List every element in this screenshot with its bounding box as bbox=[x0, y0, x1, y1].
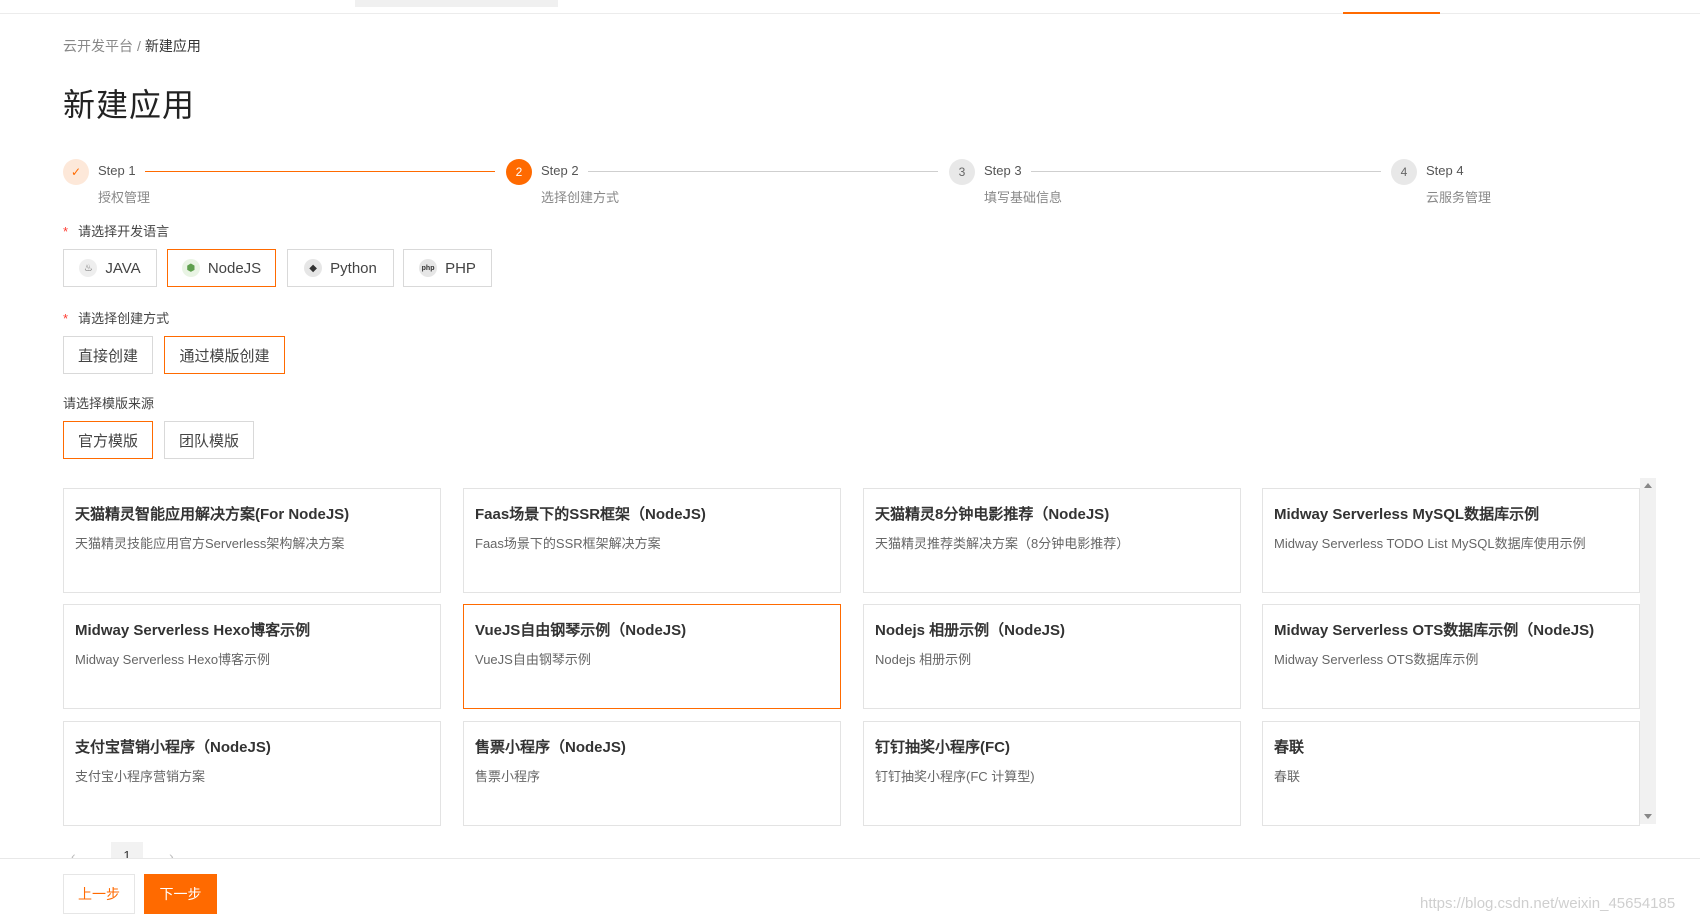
template-card-selected[interactable]: VueJS自由钢琴示例（NodeJS) VueJS自由钢琴示例 bbox=[463, 604, 841, 709]
step-1-title: Step 1 bbox=[98, 163, 136, 178]
template-card[interactable]: 钉钉抽奖小程序(FC) 钉钉抽奖小程序(FC 计算型) bbox=[863, 721, 1241, 826]
template-desc: Nodejs 相册示例 bbox=[875, 652, 972, 667]
template-desc: 钉钉抽奖小程序(FC 计算型) bbox=[875, 769, 1035, 784]
breadcrumb-separator: / bbox=[137, 38, 141, 54]
language-label: * 请选择开发语言 bbox=[63, 224, 170, 239]
template-card[interactable]: 天猫精灵8分钟电影推荐（NodeJS) 天猫精灵推荐类解决方案（8分钟电影推荐） bbox=[863, 488, 1241, 593]
top-navigation-bar bbox=[0, 0, 1700, 14]
template-desc: Midway Serverless Hexo博客示例 bbox=[75, 652, 271, 667]
template-title: Midway Serverless OTS数据库示例（NodeJS) bbox=[1274, 622, 1595, 639]
template-card[interactable]: 春联 春联 bbox=[1262, 721, 1640, 826]
template-desc: Midway Serverless OTS数据库示例 bbox=[1274, 652, 1479, 667]
step-connector-2 bbox=[588, 171, 938, 172]
template-title: Nodejs 相册示例（NodeJS) bbox=[875, 622, 1066, 639]
template-title: VueJS自由钢琴示例（NodeJS) bbox=[475, 622, 687, 639]
template-card[interactable]: 支付宝营销小程序（NodeJS) 支付宝小程序营销方案 bbox=[63, 721, 441, 826]
watermark: https://blog.csdn.net/weixin_45654185 bbox=[1420, 895, 1676, 912]
official-template-button[interactable]: 官方模版 bbox=[63, 421, 153, 459]
step-2-desc: 选择创建方式 bbox=[541, 190, 620, 205]
template-scrollbar[interactable] bbox=[1640, 478, 1656, 824]
breadcrumb: 云开发平台 / 新建应用 bbox=[63, 36, 201, 56]
step-3-number: 3 bbox=[949, 159, 975, 185]
step-indicator: ✓ Step 1 授权管理 2 Step 2 选择创建方式 3 Step 3 填… bbox=[63, 159, 1623, 209]
required-mark: * bbox=[63, 311, 69, 326]
template-desc: Midway Serverless TODO List MySQL数据库使用示例 bbox=[1274, 536, 1586, 551]
template-card[interactable]: Nodejs 相册示例（NodeJS) Nodejs 相册示例 bbox=[863, 604, 1241, 709]
breadcrumb-root-link[interactable]: 云开发平台 bbox=[63, 38, 133, 54]
template-source-label: 请选择模版来源 bbox=[63, 396, 155, 411]
step-2-number: 2 bbox=[506, 159, 532, 185]
top-nav-placeholder bbox=[355, 0, 558, 7]
create-direct-button[interactable]: 直接创建 bbox=[63, 336, 153, 374]
template-desc: Faas场景下的SSR框架解决方案 bbox=[475, 536, 661, 551]
template-card[interactable]: 天猫精灵智能应用解决方案(For NodeJS) 天猫精灵技能应用官方Serve… bbox=[63, 488, 441, 593]
step-4-title: Step 4 bbox=[1426, 163, 1464, 178]
template-desc: 天猫精灵技能应用官方Serverless架构解决方案 bbox=[75, 536, 345, 551]
step-connector-1 bbox=[145, 171, 495, 172]
page-title: 新建应用 bbox=[63, 87, 196, 123]
language-option-nodejs[interactable]: ⬢ NodeJS bbox=[167, 249, 276, 287]
create-method-label: * 请选择创建方式 bbox=[63, 311, 170, 326]
step-3-desc: 填写基础信息 bbox=[984, 190, 1063, 205]
template-card[interactable]: Midway Serverless MySQL数据库示例 Midway Serv… bbox=[1262, 488, 1640, 593]
nodejs-icon: ⬢ bbox=[181, 259, 200, 277]
php-icon: php bbox=[419, 259, 438, 277]
pager-page-1[interactable]: 1 bbox=[111, 842, 143, 858]
template-title: 天猫精灵8分钟电影推荐（NodeJS) bbox=[875, 506, 1110, 523]
required-mark: * bbox=[63, 224, 69, 239]
pager-prev-icon[interactable]: ‹ bbox=[71, 848, 76, 858]
create-from-template-button[interactable]: 通过模版创建 bbox=[164, 336, 285, 374]
step-connector-3 bbox=[1031, 171, 1381, 172]
template-card[interactable]: Faas场景下的SSR框架（NodeJS) Faas场景下的SSR框架解决方案 bbox=[463, 488, 841, 593]
pagination: ‹ 1 › bbox=[63, 842, 203, 858]
template-grid: 天猫精灵智能应用解决方案(For NodeJS) 天猫精灵技能应用官方Serve… bbox=[63, 488, 1643, 826]
language-option-python[interactable]: ◆ Python bbox=[287, 249, 394, 287]
language-option-java[interactable]: ♨ JAVA bbox=[63, 249, 157, 287]
template-title: 天猫精灵智能应用解决方案(For NodeJS) bbox=[75, 506, 350, 523]
python-icon: ◆ bbox=[304, 259, 323, 277]
step-1-desc: 授权管理 bbox=[98, 190, 151, 205]
java-icon: ♨ bbox=[79, 259, 98, 277]
template-desc: VueJS自由钢琴示例 bbox=[475, 652, 591, 667]
step-4-number: 4 bbox=[1391, 159, 1417, 185]
template-title: 售票小程序（NodeJS) bbox=[475, 739, 626, 756]
language-option-php[interactable]: php PHP bbox=[403, 249, 492, 287]
template-desc: 天猫精灵推荐类解决方案（8分钟电影推荐） bbox=[875, 536, 1130, 551]
step-3-title: Step 3 bbox=[984, 163, 1022, 178]
breadcrumb-current: 新建应用 bbox=[144, 38, 201, 54]
template-title: 支付宝营销小程序（NodeJS) bbox=[75, 739, 271, 756]
template-desc: 支付宝小程序营销方案 bbox=[75, 769, 206, 784]
template-card[interactable]: Midway Serverless Hexo博客示例 Midway Server… bbox=[63, 604, 441, 709]
step-2-title: Step 2 bbox=[541, 163, 579, 178]
pager-next-icon[interactable]: › bbox=[169, 848, 174, 858]
footer-action-bar bbox=[0, 858, 1700, 923]
step-4-desc: 云服务管理 bbox=[1426, 190, 1492, 205]
template-title: 钉钉抽奖小程序(FC) bbox=[875, 739, 1010, 756]
scroll-down-icon[interactable] bbox=[1644, 814, 1652, 819]
check-icon: ✓ bbox=[63, 159, 89, 185]
template-desc: 售票小程序 bbox=[475, 769, 541, 784]
top-nav-active-indicator bbox=[1343, 12, 1440, 14]
scroll-up-icon[interactable] bbox=[1644, 483, 1652, 488]
template-title: Midway Serverless Hexo博客示例 bbox=[75, 622, 311, 639]
template-card[interactable]: 售票小程序（NodeJS) 售票小程序 bbox=[463, 721, 841, 826]
template-title: Faas场景下的SSR框架（NodeJS) bbox=[475, 506, 706, 523]
template-card[interactable]: Midway Serverless OTS数据库示例（NodeJS) Midwa… bbox=[1262, 604, 1640, 709]
team-template-button[interactable]: 团队模版 bbox=[164, 421, 254, 459]
template-title: 春联 bbox=[1274, 739, 1305, 756]
next-step-button[interactable]: 下一步 bbox=[144, 874, 217, 914]
template-title: Midway Serverless MySQL数据库示例 bbox=[1274, 506, 1540, 523]
template-desc: 春联 bbox=[1274, 769, 1301, 784]
previous-step-button[interactable]: 上一步 bbox=[63, 874, 135, 914]
